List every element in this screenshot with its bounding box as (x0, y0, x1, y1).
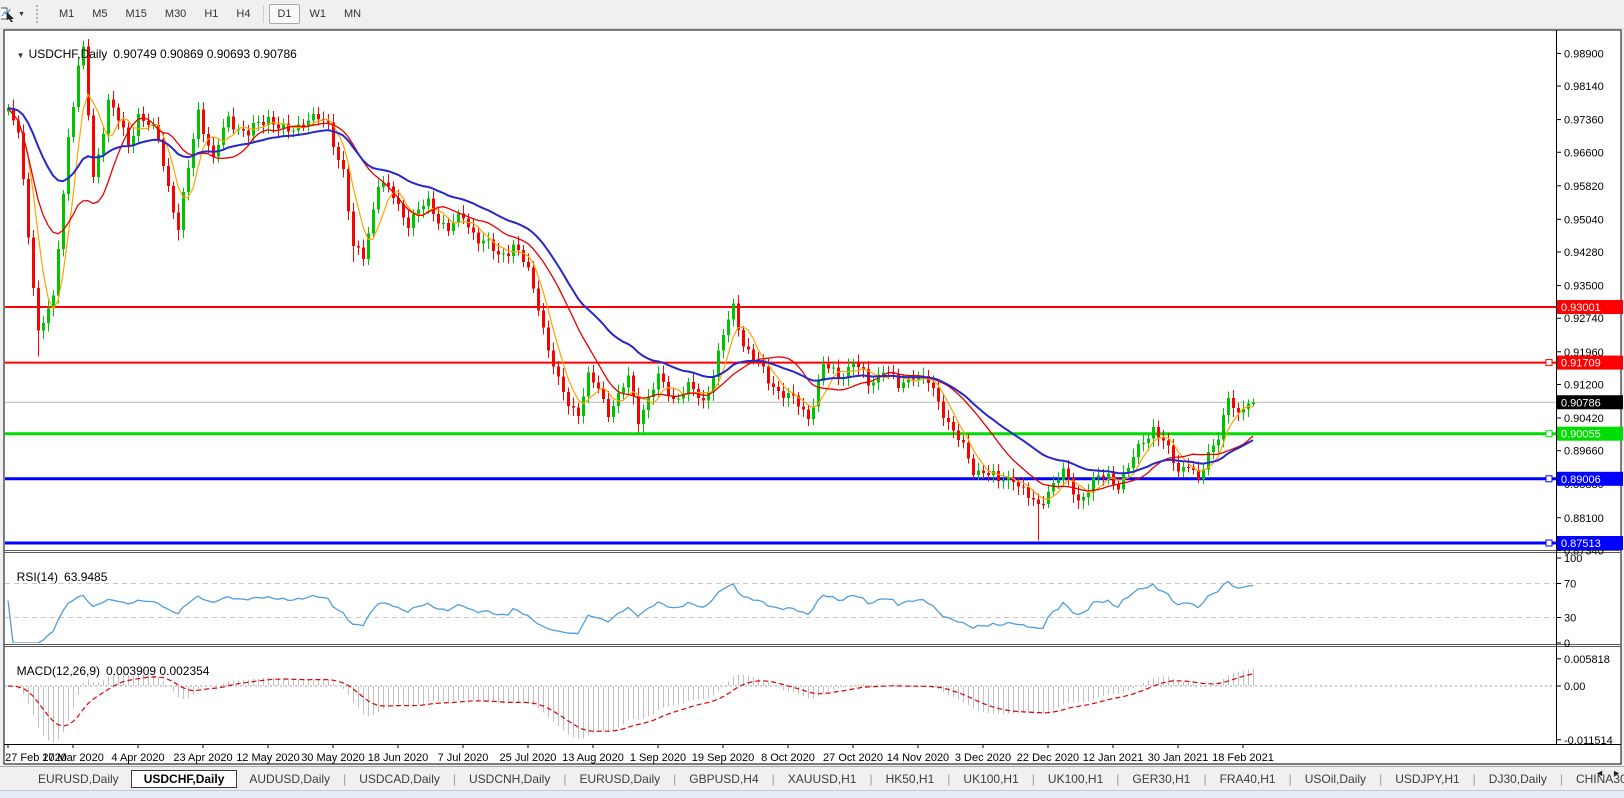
rsi-axis-tick: 0 (1564, 638, 1570, 650)
chart-tab-2[interactable]: AUDUSD,Daily (237, 770, 342, 788)
rsi-label: RSI(14) 63.9485 (16, 570, 108, 584)
price-axis-tick: 0.92740 (1564, 313, 1604, 325)
collapse-chart-icon[interactable]: ▼ (17, 51, 25, 60)
date-axis-label: 30 Jan 2021 (1148, 752, 1209, 764)
tab-separator: | (1472, 771, 1476, 786)
tab-separator: | (673, 771, 677, 786)
date-axis-label: 18 Jun 2020 (368, 752, 429, 764)
chart-ohlc-readout: 0.90749 0.90869 0.90693 0.90786 (113, 47, 297, 61)
rsi-axis-tick: 30 (1564, 613, 1576, 625)
price-axis-tick: 0.95820 (1564, 181, 1604, 193)
chart-title: ▼ USDCHF,Daily 0.90749 0.90869 0.90693 0.9… (10, 33, 297, 61)
chart-tab-4[interactable]: USDCNH,Daily (457, 770, 562, 788)
date-axis-label: 8 Oct 2020 (761, 752, 815, 764)
date-axis-label: 17 Mar 2020 (42, 752, 104, 764)
price-axis-tick: 0.98900 (1564, 48, 1604, 60)
tab-separator: | (947, 771, 951, 786)
price-axis-tick: 0.96600 (1564, 147, 1604, 159)
date-axis-label: 4 Apr 2020 (111, 752, 164, 764)
macd-axis-tick: 0.00 (1564, 681, 1585, 693)
date-axis-label: 14 Nov 2020 (887, 752, 949, 764)
chart-tab-11[interactable]: GER30,H1 (1120, 770, 1202, 788)
svg-text:0.89006: 0.89006 (1561, 474, 1601, 486)
date-axis-label: 23 Apr 2020 (173, 752, 232, 764)
svg-text:0.90786: 0.90786 (1561, 397, 1601, 409)
date-axis-label: 7 Jul 2020 (438, 752, 489, 764)
chart-tab-12[interactable]: FRA40,H1 (1208, 770, 1288, 788)
symbol-tab-bar: EURUSD,Daily USDCHF,Daily AUDUSD,Daily | USD… (0, 766, 1624, 790)
price-axis-tick: 0.89660 (1564, 446, 1604, 458)
rsi-value: 63.9485 (64, 570, 108, 584)
date-axis-label: 1 Sep 2020 (630, 752, 686, 764)
tab-separator: | (1116, 771, 1120, 786)
date-axis-label: 13 Aug 2020 (562, 752, 624, 764)
chart-tab-13[interactable]: USOil,Daily (1293, 770, 1378, 788)
rsi-axis-tick: 70 (1564, 579, 1576, 591)
tab-separator: | (1379, 771, 1383, 786)
chart-tab-8[interactable]: HK50,H1 (874, 770, 947, 788)
rsi-axis-tick: 100 (1564, 553, 1582, 565)
macd-axis-tick: -0.011514 (1564, 735, 1613, 747)
chart-tab-6[interactable]: GBPUSD,H4 (677, 770, 770, 788)
date-axis-label: 3 Dec 2020 (955, 752, 1011, 764)
chart-tab-9[interactable]: UK100,H1 (951, 770, 1030, 788)
price-axis-tick: 0.93500 (1564, 281, 1604, 293)
svg-text:0.93001: 0.93001 (1561, 302, 1601, 314)
tab-separator: | (452, 771, 456, 786)
line-handle (1545, 359, 1553, 367)
price-axis-tick: 0.91200 (1564, 379, 1604, 391)
date-axis-label: 19 Sep 2020 (692, 752, 754, 764)
macd-values: 0.003909 0.002354 (106, 664, 210, 678)
svg-text:0.91709: 0.91709 (1561, 358, 1601, 370)
date-axis-label: 18 Feb 2021 (1212, 752, 1274, 764)
line-handle (1545, 539, 1553, 547)
chart-tab-3[interactable]: USDCAD,Daily (347, 770, 452, 788)
date-axis-label: 27 Oct 2020 (823, 752, 883, 764)
tab-separator: | (771, 771, 775, 786)
date-axis-label: 22 Dec 2020 (1017, 752, 1079, 764)
macd-axis-tick: 0.005818 (1564, 654, 1610, 666)
date-axis-label: 12 Jan 2021 (1083, 752, 1144, 764)
tab-separator: | (1203, 771, 1207, 786)
chart-tab-0[interactable]: EURUSD,Daily (26, 770, 131, 788)
tab-separator: | (1031, 771, 1035, 786)
chart-tab-7[interactable]: XAUUSD,H1 (776, 770, 869, 788)
tab-separator: | (1559, 771, 1563, 786)
line-handle (1545, 430, 1553, 438)
tab-separator: | (869, 771, 873, 786)
tab-scroll-right-icon[interactable]: ► (1612, 768, 1621, 778)
svg-text:0.90055: 0.90055 (1561, 429, 1601, 441)
date-axis-label: 25 Jul 2020 (500, 752, 557, 764)
price-axis-tick: 0.94280 (1564, 247, 1604, 259)
price-axis-tick: 0.90420 (1564, 413, 1604, 425)
chart-tab-10[interactable]: UK100,H1 (1036, 770, 1115, 788)
chart-tab-15[interactable]: DJ30,Daily (1477, 770, 1559, 788)
chart-tab-14[interactable]: USDJPY,H1 (1383, 770, 1471, 788)
chart-canvas[interactable]: 0.98900 0.98140 0.97360 0.96600 0.95820 0.950… (0, 0, 1624, 797)
date-axis-label: 30 May 2020 (301, 752, 365, 764)
line-handle (1545, 475, 1553, 483)
chart-tab-1[interactable]: USDCHF,Daily (130, 769, 238, 788)
chart-symbol-label: USDCHF,Daily (28, 47, 108, 61)
tab-separator: | (343, 771, 347, 786)
price-axis-tick: 0.95040 (1564, 214, 1604, 226)
tab-scroll-left-icon[interactable]: ◄ (1595, 768, 1604, 778)
chart-tab-5[interactable]: EURUSD,Daily (567, 770, 672, 788)
price-axis-tick: 0.88100 (1564, 513, 1604, 525)
price-axis-tick: 0.98140 (1564, 81, 1604, 93)
date-axis-label: 12 May 2020 (236, 752, 300, 764)
tab-separator: | (1288, 771, 1292, 786)
tab-separator: | (563, 771, 567, 786)
macd-label: MACD(12,26,9) 0.003909 0.002354 (16, 664, 210, 678)
price-axis-tick: 0.97360 (1564, 115, 1604, 127)
svg-text:0.87513: 0.87513 (1561, 538, 1601, 550)
